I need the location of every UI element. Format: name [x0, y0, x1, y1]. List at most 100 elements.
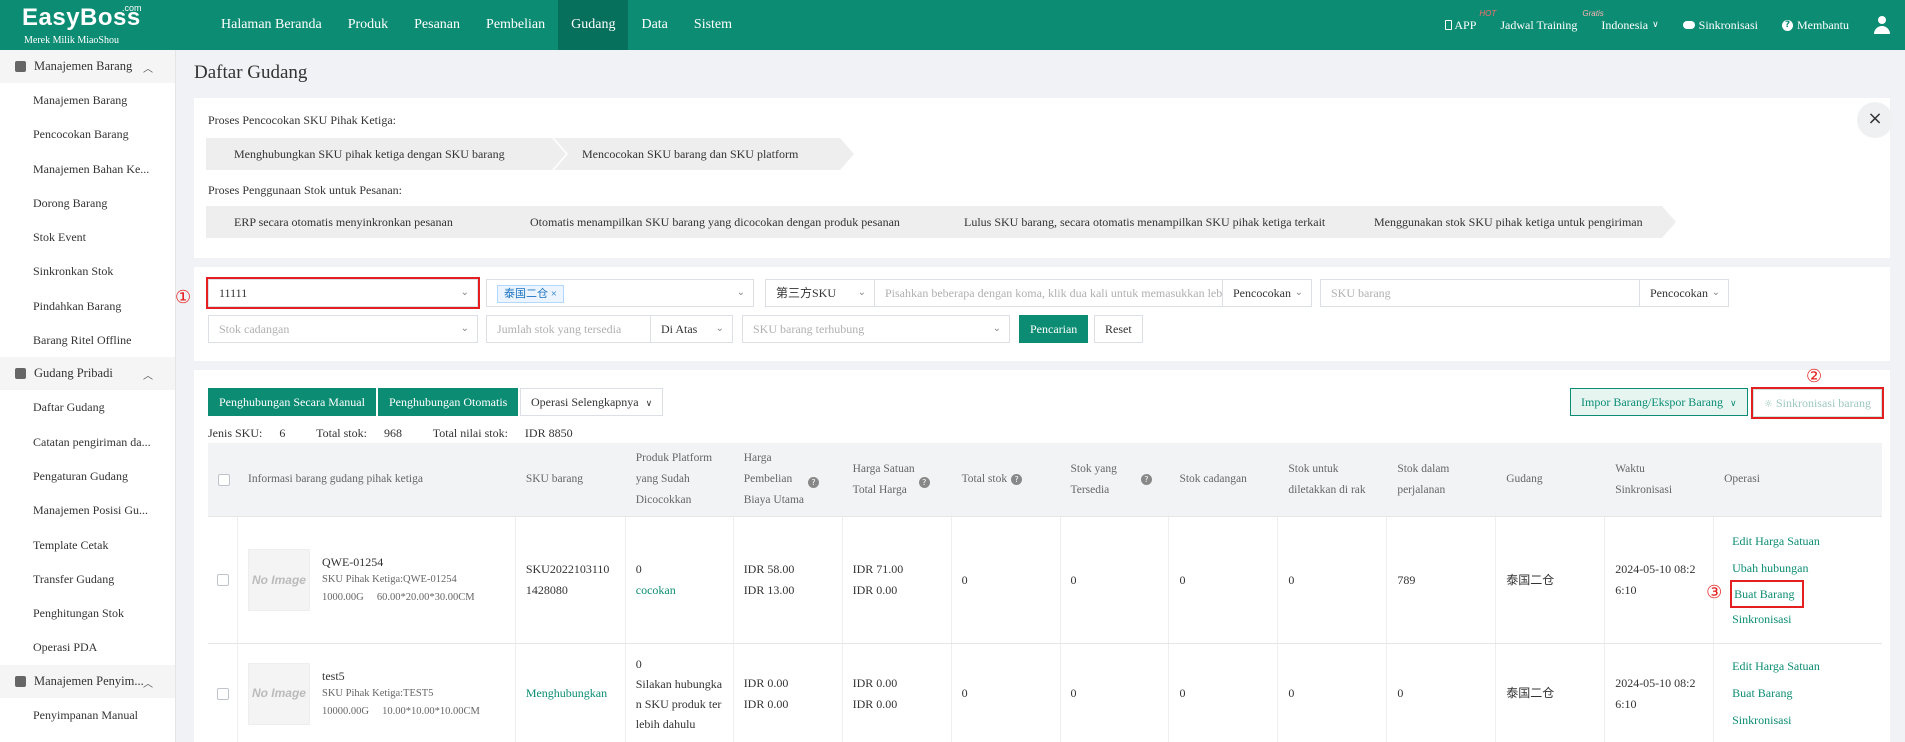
brand-subtitle: Merek Milik MiaoShou [24, 35, 119, 46]
help-link[interactable]: ? Membantu [1782, 18, 1849, 33]
sync-link[interactable]: Sinkronisasi [1682, 18, 1758, 33]
sku-cell: SKU2022103110 1428080 [516, 517, 626, 643]
close-process-button[interactable]: × [1857, 102, 1893, 138]
reset-button[interactable]: Reset [1094, 315, 1143, 343]
nav-sistem[interactable]: Sistem [681, 0, 745, 50]
annotation-marker-2: ② [1806, 366, 1823, 387]
question-icon[interactable]: ? [1140, 474, 1152, 485]
change-link-link[interactable]: Ubah hubungan [1732, 555, 1882, 582]
select-all-checkbox[interactable] [218, 473, 230, 486]
col-platform-line: yang Sudah [635, 473, 690, 485]
col-platform-line: Produk Platform [635, 452, 713, 464]
sidebar-item-posisi-gudang[interactable]: Manajemen Posisi Gu... [0, 493, 175, 527]
row-checkbox[interactable] [217, 574, 229, 586]
sku-search-input[interactable]: Pisahkan beberapa dengan koma, klik dua … [874, 279, 1224, 307]
di-atas-select[interactable]: Di Atas ⌄ [650, 315, 733, 343]
edit-price-link[interactable]: Edit Harga Satuan [1732, 653, 1882, 680]
col-tersedia-line: Tersedia [1070, 483, 1110, 496]
match-mode-select-1[interactable]: Pencocokan ⌄ [1222, 279, 1312, 307]
question-icon[interactable]: ? [918, 477, 930, 488]
gudang-cell: 泰国二仓 [1496, 517, 1606, 643]
nav-gudang[interactable]: Gudang [558, 0, 629, 50]
row-checkbox[interactable] [217, 687, 229, 700]
more-operations-button[interactable]: Operasi Selengkapnya ∨ [520, 388, 664, 416]
sidebar-item-penyimpanan-manual[interactable]: Penyimpanan Manual [0, 698, 175, 732]
sidebar-item-operasi-pda[interactable]: Operasi PDA [0, 630, 175, 664]
no-image-placeholder: No Image [247, 662, 310, 725]
sidebar-item-stok-event[interactable]: Stok Event [0, 220, 175, 254]
question-icon[interactable]: ? [1011, 474, 1023, 485]
sku-barang-input[interactable]: SKU barang [1320, 279, 1640, 307]
process-step: Mencocokan SKU barang dan SKU platform [554, 138, 854, 170]
sidebar-item-catatan-pengiriman[interactable]: Catatan pengiriman da... [0, 425, 175, 459]
match-mode-select-2[interactable]: Pencocokan ⌄ [1639, 279, 1729, 307]
warehouse-tag[interactable]: 泰国二仓 × [497, 285, 564, 303]
sidebar-item-pencocokan-barang[interactable]: Pencocokan Barang [0, 117, 175, 151]
sidebar-item-transfer-gudang[interactable]: Transfer Gudang [0, 562, 175, 596]
nav-pembelian[interactable]: Pembelian [473, 0, 558, 50]
col-platform-line: Dicocokkan [635, 494, 692, 506]
sidebar-item-barang-ritel-offline[interactable]: Barang Ritel Offline [0, 323, 175, 357]
sidebar-item-template-cetak[interactable]: Template Cetak [0, 528, 175, 562]
sync-row-link[interactable]: Sinkronisasi [1732, 707, 1882, 734]
sidebar-item-daftar-gudang[interactable]: Daftar Gudang [0, 390, 175, 424]
gudang-cell: 泰国二仓 [1496, 644, 1606, 742]
warehouse-tag-select[interactable]: 泰国二仓 × ⌄ [486, 279, 754, 307]
sidebar-group-manajemen-barang[interactable]: Manajemen Barang ︿ [0, 50, 175, 83]
more-operations-label: Operasi Selengkapnya [531, 395, 639, 409]
process-step: Menggunakan stok SKU pihak ketiga untuk … [1346, 206, 1676, 238]
chevron-down-icon: ⌄ [857, 287, 866, 298]
product-specs: 10000.00G 10.00*10.00*10.00CM [322, 703, 480, 721]
manual-link-button[interactable]: Penghubungan Secara Manual [208, 388, 376, 416]
sidebar-item-penghitungan-stok[interactable]: Penghitungan Stok [0, 596, 175, 630]
third-party-sku: SKU Pihak Ketiga:TEST5 [321, 687, 434, 699]
perjalanan-cell: 789 [1387, 517, 1497, 643]
col-harga-satuan: Harga Satuan Total Harga ? [843, 443, 952, 516]
sidebar-item-pindahkan-barang[interactable]: Pindahkan Barang [0, 289, 175, 323]
sku-type-select[interactable]: 第三方SKU ⌄ [765, 279, 875, 307]
create-goods-link[interactable]: Buat Barang [1732, 680, 1882, 707]
nav-pesanan[interactable]: Pesanan [401, 0, 473, 50]
product-name: test5 [321, 668, 345, 683]
app-link[interactable]: APP HOT [1445, 9, 1496, 33]
sidebar-group-penyimpanan[interactable]: Manajemen Penyim... ︿ [0, 664, 175, 698]
sync-goods-button[interactable]: ☼ Sinkronisasi barang [1751, 387, 1884, 419]
col-harga-satuan-line: Total Harga [852, 483, 907, 496]
search-button[interactable]: Pencarian [1019, 315, 1089, 343]
training-link[interactable]: Jadwal Training Gratis [1500, 9, 1603, 33]
import-export-button[interactable]: Impor Barang/Ekspor Barang ∨ [1570, 388, 1748, 416]
col-perjalanan-line: Stok dalam [1397, 462, 1450, 475]
stat-value: 968 [383, 426, 402, 440]
sync-row-link[interactable]: Sinkronisasi [1732, 606, 1882, 633]
create-goods-link[interactable]: Buat Barang [1730, 579, 1805, 608]
harga-line: IDR 0.00 [743, 675, 789, 690]
sidebar-item-dorong-barang[interactable]: Dorong Barang [0, 186, 175, 220]
nav-produk[interactable]: Produk [335, 0, 401, 50]
product-info: No Image test5 SKU Pihak Ketiga:TEST5 10… [247, 662, 515, 725]
sidebar-group-gudang-pribadi[interactable]: Gudang Pribadi ︿ [0, 357, 175, 391]
rak-cell: 0 [1278, 644, 1388, 742]
sidebar-item-sinkronkan-stok[interactable]: Sinkronkan Stok [0, 254, 175, 288]
connect-link[interactable]: Menghubungkan [526, 683, 625, 704]
match-link[interactable]: cocokan [636, 580, 733, 601]
nav-data[interactable]: Data [628, 0, 680, 50]
jumlah-stok-input[interactable]: Jumlah stok yang tersedia [486, 315, 651, 343]
auto-link-button[interactable]: Penghubungan Otomatis [378, 388, 519, 416]
sidebar-item-pengaturan-gudang[interactable]: Pengaturan Gudang [0, 459, 175, 493]
sync-goods-label: Sinkronisasi barang [1775, 396, 1871, 410]
sku-terhubung-select[interactable]: SKU barang terhubung ⌄ [742, 315, 1010, 343]
warehouse-select[interactable]: 11111 ⌄ [206, 277, 480, 309]
question-icon[interactable]: ? [808, 477, 820, 488]
user-icon[interactable] [1873, 15, 1891, 35]
sidebar-item-bahan-kemasan[interactable]: Manajemen Bahan Ke... [0, 152, 175, 186]
language-label: Indonesia [1601, 17, 1649, 32]
nav-home[interactable]: Halaman Beranda [208, 0, 335, 50]
language-select[interactable]: Indonesia ∨ [1601, 18, 1658, 33]
edit-price-link[interactable]: Edit Harga Satuan [1732, 528, 1882, 555]
chevron-down-icon: ⌄ [715, 323, 724, 334]
logo[interactable]: EasyBoss .com Merek Milik MiaoShou [22, 3, 162, 48]
sidebar-item-manajemen-barang[interactable]: Manajemen Barang [0, 83, 175, 117]
stok-cadangan-select[interactable]: Stok cadangan ⌄ [208, 315, 478, 343]
harga-line: IDR 13.00 [743, 583, 795, 597]
close-icon[interactable]: × [551, 288, 557, 300]
